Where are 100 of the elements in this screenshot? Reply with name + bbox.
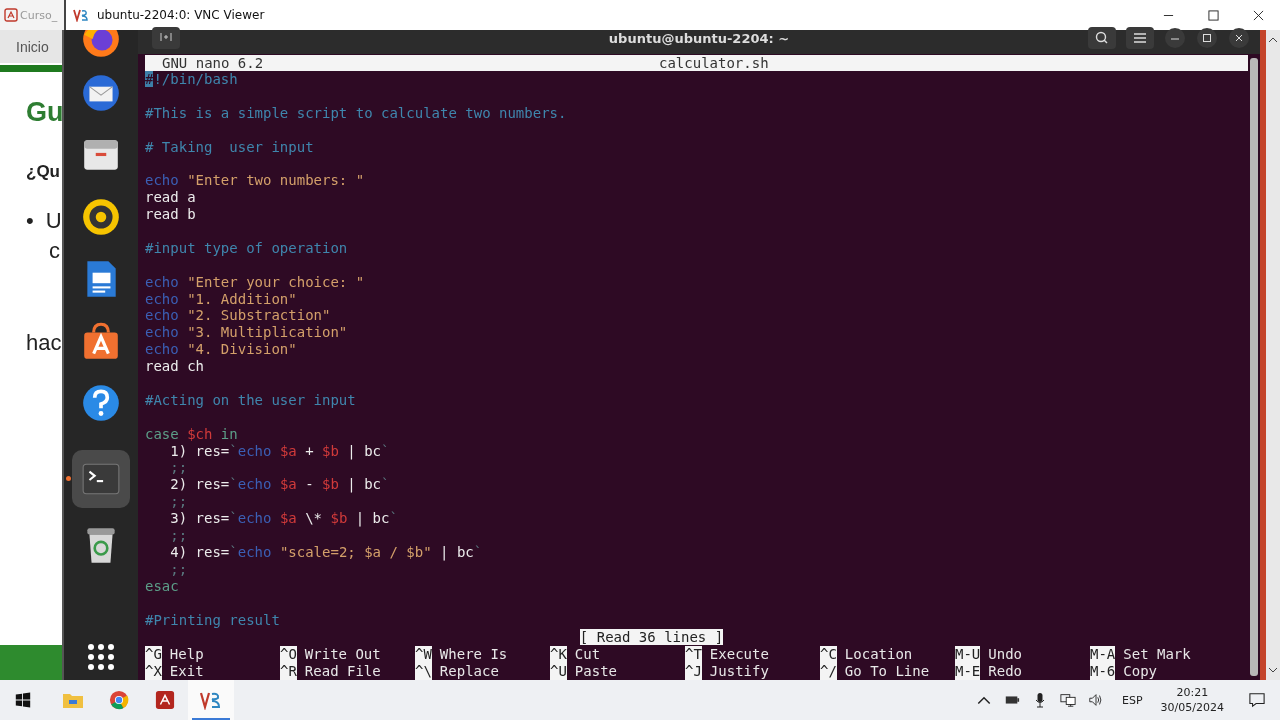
clock-date: 30/05/2024 — [1160, 700, 1224, 715]
paragraph-text: hac — [26, 330, 62, 356]
minimize-icon[interactable] — [1164, 27, 1186, 49]
code-text: | bc — [346, 476, 382, 493]
code-string: "Enter your choice: " — [186, 273, 365, 290]
code-text: - — [304, 476, 315, 493]
code-keyword: echo — [145, 172, 179, 189]
shortcut-label: Read File — [304, 663, 381, 680]
pdf-icon — [4, 8, 18, 22]
code-text: read b — [145, 206, 196, 223]
menu-icon[interactable] — [1126, 27, 1154, 49]
file-name: calculator.sh — [659, 55, 769, 71]
bullet-text: c — [48, 238, 60, 264]
search-icon[interactable] — [1088, 27, 1116, 49]
speaker-icon[interactable] — [1088, 692, 1104, 708]
pdf-icon — [154, 690, 176, 710]
code-keyword: echo — [145, 324, 179, 341]
code-text: \* — [304, 510, 324, 527]
code-string: "scale=2; $a / $b" — [278, 543, 432, 560]
code-variable: $a — [278, 510, 297, 527]
code-keyword: echo — [237, 543, 272, 560]
shortcut-key: ^J — [685, 663, 702, 680]
scroll-up-icon[interactable] — [1268, 36, 1278, 44]
browser-icon — [108, 690, 130, 710]
nav-link[interactable]: Inicio — [16, 38, 49, 55]
code-keyword: echo — [145, 290, 179, 307]
shortcut-label: Redo — [988, 663, 1022, 680]
code-variable: $ch — [186, 425, 213, 442]
help-icon — [80, 382, 122, 424]
code-keyword: echo — [237, 476, 272, 493]
code-text: ;; — [169, 493, 188, 510]
code-keyword: echo — [145, 273, 179, 290]
network-icon[interactable] — [1060, 692, 1076, 708]
code-string: "Enter two numbers: " — [186, 172, 365, 189]
code-variable: $a — [278, 476, 297, 493]
code-keyword: esac — [145, 577, 179, 594]
maximize-icon[interactable] — [1196, 27, 1218, 49]
code-text: ` — [381, 442, 390, 459]
code-variable: $a — [278, 442, 297, 459]
code-text: 1) res= — [169, 442, 230, 459]
code-text: ` — [229, 476, 238, 493]
code-text: | bc — [346, 442, 382, 459]
status-message: [ Read 36 lines ] — [579, 629, 724, 645]
vnc-logo-icon — [73, 8, 89, 22]
code-comment: #This is a simple script to calculate two numbers. — [145, 104, 567, 121]
code-text: read ch — [145, 358, 204, 375]
shortcut-key: ^G — [145, 646, 162, 663]
shortcut-label: Copy — [1123, 663, 1157, 680]
shortcut-label: Location — [844, 646, 913, 663]
shortcut-key: ^O — [280, 646, 297, 663]
code-text: | bc — [439, 543, 474, 560]
windows-start-icon[interactable] — [14, 691, 32, 709]
code-comment: #Printing result — [145, 611, 280, 628]
app-grid-icon[interactable] — [86, 642, 116, 672]
code-text: 2) res= — [169, 476, 230, 493]
close-icon[interactable] — [1253, 9, 1264, 21]
shortcut-label: Go To Line — [844, 663, 930, 680]
code-keyword: case — [145, 425, 179, 442]
code-variable: $b — [322, 442, 339, 459]
shortcut-label: Where Is — [439, 646, 508, 663]
code-comment: #input type of operation — [145, 239, 348, 256]
code-text: ;; — [169, 560, 188, 577]
new-tab-icon[interactable] — [152, 27, 180, 49]
code-text: ` — [381, 476, 390, 493]
editor-version: GNU nano 6.2 — [162, 55, 264, 71]
code-text: 4) res= — [169, 543, 230, 560]
shortcut-key: ^U — [550, 663, 567, 680]
close-icon[interactable] — [1228, 27, 1250, 49]
code-text: ` — [389, 510, 398, 527]
firefox-icon — [80, 30, 122, 60]
code-comment: # Taking user input — [145, 138, 314, 155]
page-heading: Gu — [26, 96, 62, 129]
terminal-title: ubuntu@ubuntu-2204: ~ — [608, 30, 790, 46]
taskbar-button[interactable] — [188, 680, 234, 720]
shortcut-key: M-A — [1090, 646, 1116, 663]
code-keyword: echo — [145, 307, 179, 324]
shortcut-key: ^C — [820, 646, 837, 663]
speaker-icon — [80, 196, 122, 238]
language-indicator[interactable]: ESP — [1122, 693, 1143, 707]
clock[interactable]: 20:21 30/05/2024 — [1160, 685, 1224, 715]
shortcut-label: Set Mark — [1123, 646, 1191, 663]
code-variable: $b — [330, 510, 348, 527]
scroll-down-icon[interactable] — [1268, 666, 1278, 674]
mail-icon — [80, 72, 122, 114]
notification-icon[interactable] — [1248, 692, 1266, 708]
code-string: "2. Substraction" — [186, 307, 331, 324]
code-text: ;; — [169, 459, 188, 476]
shortcut-label: Undo — [988, 646, 1022, 663]
vnc-logo-icon — [200, 690, 222, 710]
scrollbar-thumb[interactable] — [1250, 58, 1258, 676]
shortcut-label: Paste — [574, 663, 617, 680]
shortcut-label: Execute — [709, 646, 769, 663]
shortcut-label: Justify — [709, 663, 769, 680]
shortcut-key: ^W — [415, 646, 432, 663]
shortcut-key: ^R — [280, 663, 297, 680]
shortcut-key: M-6 — [1090, 663, 1116, 680]
shortcut-label: Replace — [439, 663, 499, 680]
shortcut-label: Exit — [169, 663, 204, 680]
shortcut-key: ^X — [145, 663, 162, 680]
clock-time: 20:21 — [1176, 685, 1209, 700]
